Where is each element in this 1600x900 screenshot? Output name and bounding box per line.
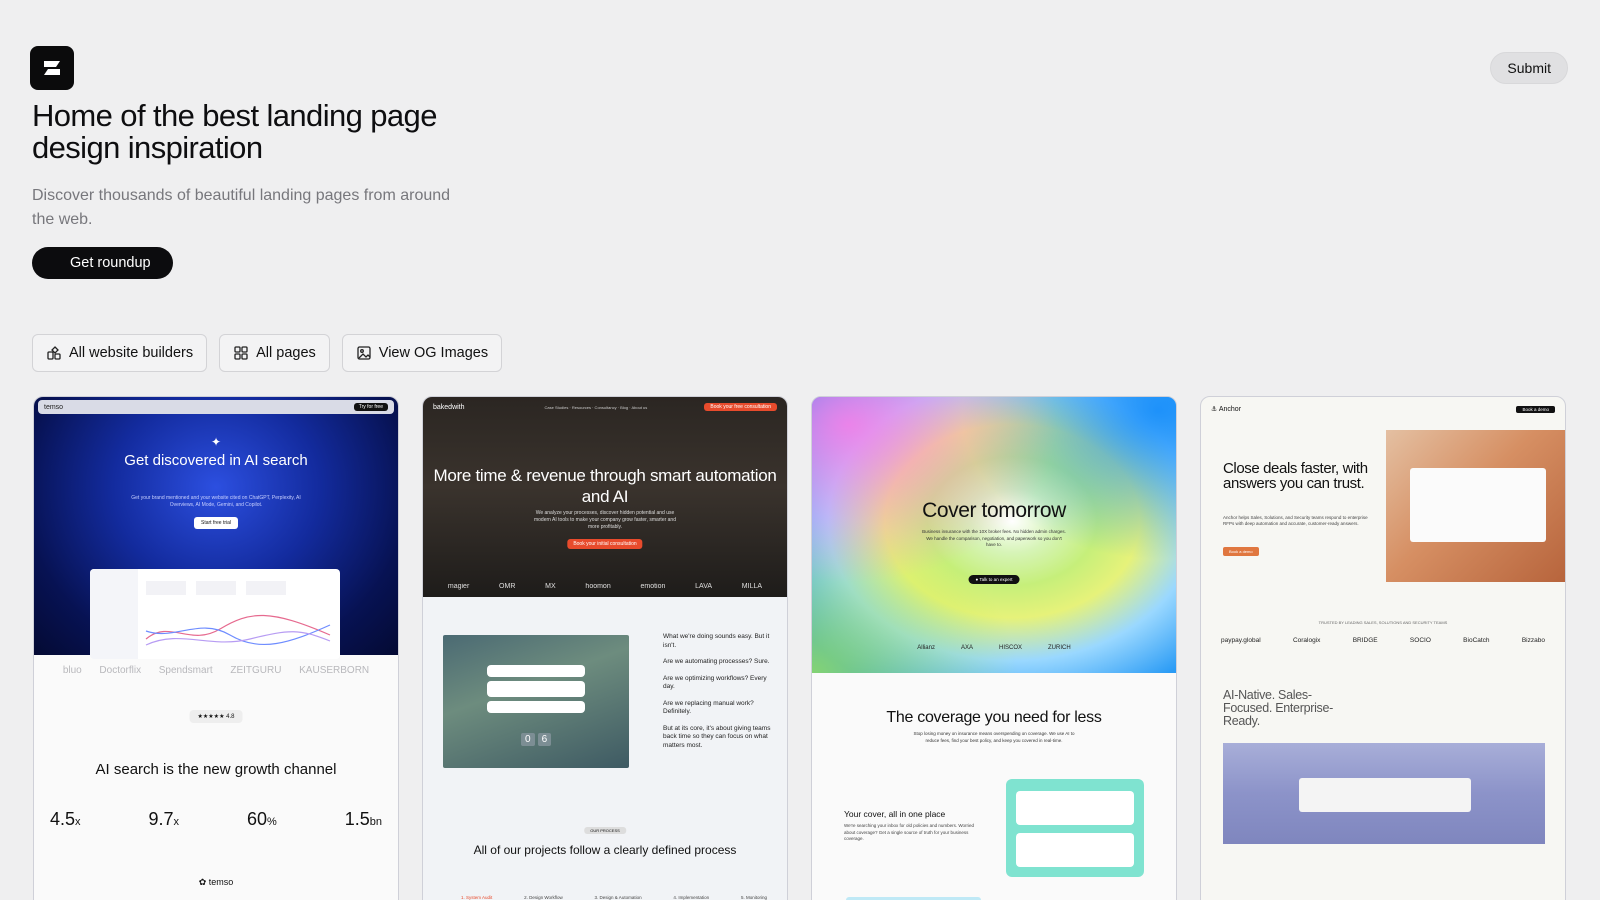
policy-row — [1016, 791, 1134, 825]
card-headline-2: AI-Native. Sales-Focused. Enterprise-Rea… — [1223, 688, 1334, 728]
rating-value: 4.8 — [226, 714, 235, 720]
card-desc: Get your brand mentioned and your websit… — [131, 495, 301, 508]
policy-panel — [1006, 779, 1144, 877]
card-cta: Start free trial — [193, 517, 239, 529]
card-nav: temso Try for free — [38, 400, 394, 414]
counter: 06 — [521, 733, 552, 746]
card-footer-brand: ✿ temso — [198, 877, 234, 887]
site-logo[interactable] — [30, 46, 74, 90]
card-headline-2: The coverage you need for less — [886, 709, 1102, 726]
card-headline: Cover tomorrow — [922, 499, 1066, 522]
card-nav: ⚓ Anchor Book a demo — [1211, 403, 1555, 415]
card-nav-links: Case Studies · Resources · Consultancy ·… — [544, 404, 648, 410]
all-website-builders-button[interactable]: All website builders — [32, 334, 208, 372]
dashboard-chart-graphic — [90, 569, 331, 659]
card-nav-cta: Try for free — [353, 403, 388, 411]
product-screenshot — [1386, 430, 1565, 582]
app-window — [1410, 468, 1546, 542]
landing-page-card-bakedwith[interactable]: bakedwith Case Studies · Resources · Con… — [422, 396, 788, 900]
card-logo-strip: Allianz AXA HISCOX ZURICH — [917, 645, 1071, 651]
stat: 9.7x — [148, 809, 179, 829]
logo-text: ZEITGURU — [230, 665, 282, 676]
card-desc: Business insurance with the 10X broker f… — [922, 529, 1066, 547]
card-nav-cta: Book a demo — [1516, 405, 1555, 413]
site-logo-icon — [44, 61, 60, 75]
qa-list: What we're doing sounds easy. But it isn… — [663, 633, 771, 749]
card-brand: bakedwith — [433, 403, 465, 411]
grid-icon — [234, 346, 248, 360]
policy-row — [1016, 833, 1134, 867]
dashboard-preview — [90, 569, 340, 659]
card-cta: Book your initial consultation — [567, 539, 643, 549]
workflow-chip — [487, 701, 585, 713]
card-brand: ⚓ Anchor — [1211, 406, 1242, 413]
product-screenshot-2 — [1223, 743, 1545, 844]
stat: 60% — [246, 809, 277, 829]
logo-text: KAUSERBORN — [299, 665, 370, 676]
page-title: Home of the best landing page design ins… — [32, 98, 437, 165]
card-headline: Close deals faster, with answers you can… — [1223, 460, 1368, 492]
workflow-illustration: 06 — [443, 635, 629, 768]
card-logo-strip: bluo Doctorflix Spendsmart ZEITGURU KAUS… — [34, 665, 398, 676]
card-hero: Cover tomorrow Business insurance with t… — [812, 397, 1176, 673]
stats-row: 4.5x 9.7x 60% 1.5bn — [50, 809, 382, 830]
card-subheading: Your cover, all in one place — [844, 809, 946, 819]
card-nav-cta: Book your free consultation — [704, 403, 777, 411]
card-logo-strip: magier OMR MX hoomon emotion LAVA MILLA — [447, 583, 763, 590]
section-tag: OUR PROCESS — [584, 827, 626, 834]
process-steps: 1. System Audit 2. Design Workflow 3. Desi… — [461, 895, 767, 900]
card-headline-2: All of our projects follow a clearly def… — [473, 843, 737, 857]
builders-icon — [47, 346, 61, 360]
workflow-chip — [487, 665, 585, 677]
card-desc-2: Stop losing money on insurance means ove… — [913, 731, 1075, 743]
landing-page-card-cover[interactable]: Cover tomorrow Business insurance with t… — [811, 396, 1177, 900]
workflow-chip — [487, 681, 585, 697]
landing-page-card-temso[interactable]: temso Try for free ✦ Get discovered in A… — [33, 396, 399, 900]
image-icon — [357, 346, 371, 360]
all-pages-button[interactable]: All pages — [219, 334, 330, 372]
get-roundup-button[interactable]: Get roundup — [32, 247, 173, 279]
card-hero: temso Try for free ✦ Get discovered in A… — [34, 397, 398, 659]
trusted-text: TRUSTED BY LEADING SALES, SOLUTIONS AND … — [1318, 620, 1448, 625]
card-logo-strip: paypay.global Coralogix BRIDGE SOCIO BioCatc… — [1221, 637, 1545, 644]
card-brand: temso — [44, 403, 64, 411]
card-headline: More time & revenue through smart automa… — [433, 466, 777, 506]
filter-label: All website builders — [69, 345, 194, 361]
card-nav: bakedwith Case Studies · Resources · Con… — [433, 401, 777, 413]
sparkle-icon: ✦ — [210, 435, 222, 449]
submit-button[interactable]: Submit — [1490, 52, 1568, 84]
card-desc: We analyze your processes, discover hidd… — [533, 510, 676, 530]
filter-label: All pages — [256, 345, 316, 361]
view-og-images-button[interactable]: View OG Images — [341, 334, 503, 372]
card-hero: bakedwith Case Studies · Resources · Con… — [423, 397, 787, 597]
rating-pill: ★★★★★ 4.8 — [189, 710, 243, 723]
card-cta: ● Talk to an expert — [968, 575, 1020, 584]
page-subtitle: Discover thousands of beautiful landing … — [32, 187, 451, 228]
stat: 1.5bn — [344, 809, 382, 829]
logo-text: Spendsmart — [158, 665, 213, 676]
card-headline: Get discovered in AI search — [124, 452, 308, 469]
logo-text: bluo — [62, 665, 82, 676]
filter-bar: All website builders All pages View OG I… — [32, 334, 503, 372]
landing-page-card-anchor[interactable]: ⚓ Anchor Book a demo Close deals faster,… — [1200, 396, 1566, 900]
card-subdesc: We're searching your inbox for old polic… — [844, 823, 975, 841]
card-cta: Book a demo — [1223, 547, 1259, 556]
filter-label: View OG Images — [378, 345, 489, 361]
app-dialog — [1299, 778, 1471, 812]
card-desc: Anchor helps Sales, Solutions, and Secur… — [1223, 515, 1368, 526]
stat: 4.5x — [50, 809, 81, 829]
card-headline-2: AI search is the new growth channel — [95, 761, 337, 778]
logo-text: Doctorflix — [99, 665, 142, 676]
